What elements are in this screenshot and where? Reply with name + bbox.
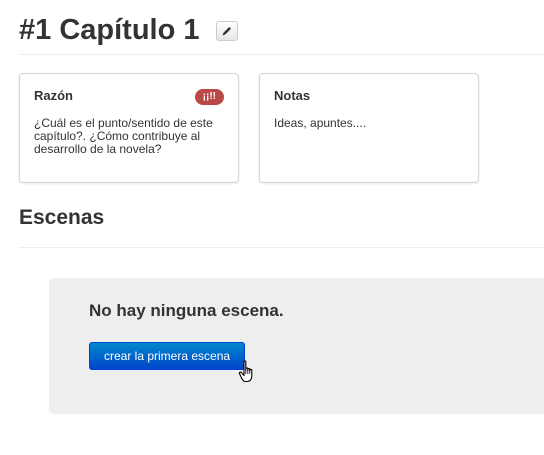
page-title: #1 Capítulo 1 [19, 14, 200, 46]
notes-card[interactable]: Notas Ideas, apuntes.... [259, 73, 479, 183]
scenes-empty-state: No hay ninguna escena. crear la primera … [49, 278, 544, 414]
chapter-header: #1 Capítulo 1 [19, 10, 238, 50]
notes-card-body: Ideas, apuntes.... [274, 116, 367, 130]
reason-card[interactable]: Razón ¡¡!! ¿Cuál es el punto/sentido de … [19, 73, 239, 183]
hand-pointer-icon [238, 360, 253, 383]
empty-scenes-message: No hay ninguna escena. [89, 301, 284, 320]
reason-card-body: ¿Cuál es el punto/sentido de este capítu… [34, 116, 213, 156]
notes-card-title: Notas [274, 88, 311, 103]
header-divider [19, 54, 544, 55]
pencil-icon [222, 27, 231, 36]
reason-badge: ¡¡!! [194, 89, 224, 105]
edit-title-button[interactable] [215, 21, 238, 41]
scenes-section-title: Escenas [19, 206, 105, 229]
create-first-scene-button[interactable]: crear la primera escena [89, 342, 246, 370]
reason-card-title: Razón [34, 88, 73, 103]
scenes-divider [19, 247, 544, 248]
chapter-page: #1 Capítulo 1 Razón ¡¡!! ¿Cuál es el pun… [0, 0, 544, 455]
